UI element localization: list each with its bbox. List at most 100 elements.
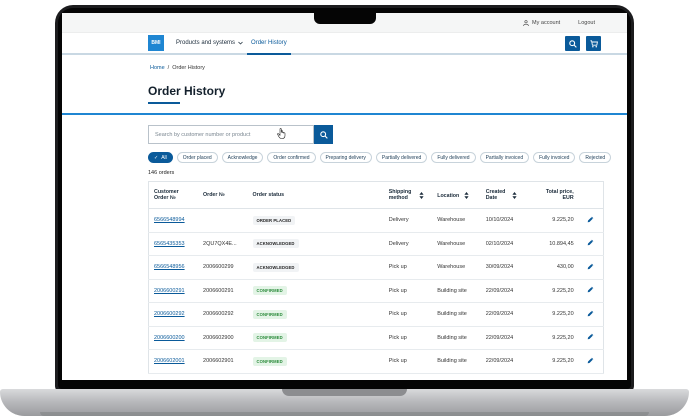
order-search-button[interactable] — [314, 125, 333, 144]
cell-created-date: 22/09/2024 — [480, 349, 532, 374]
cell-customer-order: 2006600200 — [148, 326, 199, 350]
stage: My account Logout BMI Products and syste… — [0, 0, 689, 416]
cell-order-status: ACKNOWLEDGED — [247, 255, 384, 280]
cell-location: Warehouse — [432, 255, 481, 280]
cell-actions — [578, 279, 604, 303]
edit-pencil-icon[interactable] — [587, 239, 594, 246]
screen: My account Logout BMI Products and syste… — [62, 13, 627, 380]
cell-shipping-method: Pick up — [383, 255, 433, 280]
filter-chip-all[interactable]: ✓ All — [148, 152, 173, 163]
cell-order-status: CONFIRMED — [247, 349, 384, 374]
header-shipping-method[interactable]: Shipping method — [383, 181, 433, 209]
cell-location: Building site — [432, 302, 481, 327]
header-customer-order: Customer Order № — [148, 181, 199, 209]
cell-actions — [578, 232, 604, 256]
table-row[interactable]: 6565435353 2QU7QX4E... ACKNOWLEDGED Deliver… — [148, 232, 604, 256]
edit-pencil-icon[interactable] — [587, 263, 594, 270]
cell-customer-order: 6566548994 — [148, 208, 199, 233]
cell-actions — [578, 349, 604, 374]
table-row[interactable]: 2006600292 2006600292 CONFIRMED Pick up Buil… — [148, 302, 604, 327]
breadcrumb: Home / Order History — [150, 65, 205, 71]
nav-products-label: Products and systems — [176, 40, 236, 46]
cell-order-no — [198, 208, 248, 233]
sort-icon — [419, 191, 424, 199]
cell-shipping-method: Pick up — [383, 279, 433, 303]
cell-created-date: 22/09/2024 — [480, 302, 532, 327]
customer-order-link[interactable]: 6565435353 — [154, 241, 185, 247]
filter-chip-order-confirmed[interactable]: Order confirmed — [267, 152, 316, 163]
filter-chip-fully-delivered[interactable]: Fully delivered — [431, 152, 476, 163]
table-row[interactable]: 2006602001 2006602901 CONFIRMED Pick up Buil… — [148, 349, 604, 374]
edit-pencil-icon[interactable] — [587, 333, 594, 340]
status-badge: ACKNOWLEDGED — [252, 239, 299, 249]
cell-actions — [578, 208, 604, 233]
cell-shipping-method: Delivery — [383, 208, 433, 233]
breadcrumb-separator: / — [167, 65, 170, 71]
cell-location: Building site — [432, 349, 481, 374]
cell-location: Building site — [432, 279, 481, 303]
search-placeholder: Search by customer number or product — [155, 131, 251, 138]
cell-order-no: 2006600292 — [198, 302, 248, 327]
filter-chip-preparing-delivery[interactable]: Preparing delivery — [319, 152, 372, 163]
cell-created-date: 02/10/2024 — [480, 232, 532, 256]
cell-customer-order: 2006600291 — [148, 279, 199, 303]
cell-order-no: 2QU7QX4E... — [198, 232, 248, 256]
status-badge: CONFIRMED — [252, 333, 287, 343]
sort-icon — [512, 191, 517, 199]
cell-total-price: 9.225,20 — [531, 326, 579, 350]
cell-created-date: 30/09/2024 — [480, 255, 532, 280]
header-created-date[interactable]: Created Date — [480, 181, 532, 209]
cell-shipping-method: Pick up — [383, 349, 433, 374]
filter-chip-rejected[interactable]: Rejected — [579, 152, 612, 163]
table-row[interactable]: 6566548994 ORDER PLACED Delivery Warehouse 1… — [148, 208, 604, 233]
edit-pencil-icon[interactable] — [587, 357, 594, 364]
table-row[interactable]: 2006600291 2006600291 CONFIRMED Pick up Buil… — [148, 279, 604, 303]
filter-chip-partially-delivered[interactable]: Partially delivered — [375, 152, 428, 163]
breadcrumb-current: Order History — [172, 65, 205, 71]
table-row[interactable]: 2006600200 2006602900 CONFIRMED Pick up Buil… — [148, 326, 604, 350]
table-row[interactable]: 6566548956 2006600299 ACKNOWLEDGED Pick up W… — [148, 255, 604, 280]
cart-icon — [589, 39, 598, 47]
cell-total-price: 9.225,20 — [531, 208, 579, 233]
cell-customer-order: 2006602001 — [148, 349, 199, 374]
filter-chip-acknowledge[interactable]: Acknowledge — [221, 152, 264, 163]
edit-pencil-icon[interactable] — [587, 216, 594, 223]
status-filters: ✓ All Order placed Acknowledge Order con… — [148, 152, 612, 163]
filter-chip-partially-invoiced[interactable]: Partially invoiced — [479, 152, 530, 163]
cart-button[interactable] — [586, 36, 601, 51]
breadcrumb-home[interactable]: Home — [150, 65, 165, 71]
nav-products-and-systems[interactable]: Products and systems — [172, 32, 247, 54]
my-account-link[interactable]: My account — [523, 20, 560, 26]
nav-order-history[interactable]: Order History — [247, 33, 291, 55]
customer-order-link[interactable]: 6566548956 — [154, 264, 185, 270]
status-badge: CONFIRMED — [252, 286, 287, 296]
cell-location: Building site — [432, 326, 481, 350]
cell-shipping-method: Pick up — [383, 326, 433, 350]
edit-pencil-icon[interactable] — [587, 310, 594, 317]
header-location[interactable]: Location — [432, 181, 481, 209]
section-divider — [62, 113, 627, 115]
customer-order-link[interactable]: 6566548994 — [154, 217, 185, 223]
order-search-input[interactable]: Search by customer number or product — [148, 125, 314, 144]
customer-order-link[interactable]: 2006600200 — [154, 335, 185, 341]
header-actions — [578, 181, 604, 209]
customer-order-link[interactable]: 2006600291 — [154, 288, 185, 294]
filter-chip-order-placed[interactable]: Order placed — [176, 152, 218, 163]
edit-pencil-icon[interactable] — [587, 286, 594, 293]
filter-chip-fully-invoiced[interactable]: Fully invoiced — [533, 152, 576, 163]
cell-total-price: 430,00 — [531, 255, 579, 280]
orders-table-body: 6566548994 ORDER PLACED Delivery Warehouse 1… — [148, 208, 604, 374]
cell-actions — [578, 326, 604, 350]
brand-logo[interactable]: BMI — [148, 35, 164, 51]
nav-order-history-label: Order History — [251, 40, 287, 46]
hand-pointer-icon — [277, 128, 286, 139]
customer-order-link[interactable]: 2006600292 — [154, 311, 185, 317]
status-badge: CONFIRMED — [252, 309, 287, 319]
customer-order-link[interactable]: 2006602001 — [154, 358, 185, 364]
search-button[interactable] — [565, 36, 580, 51]
cell-order-no: 2006602901 — [198, 349, 248, 374]
cell-shipping-method: Delivery — [383, 232, 433, 256]
cell-actions — [578, 302, 604, 327]
cell-total-price: 10.894,45 — [531, 232, 579, 256]
logout-link[interactable]: Logout — [578, 20, 595, 26]
